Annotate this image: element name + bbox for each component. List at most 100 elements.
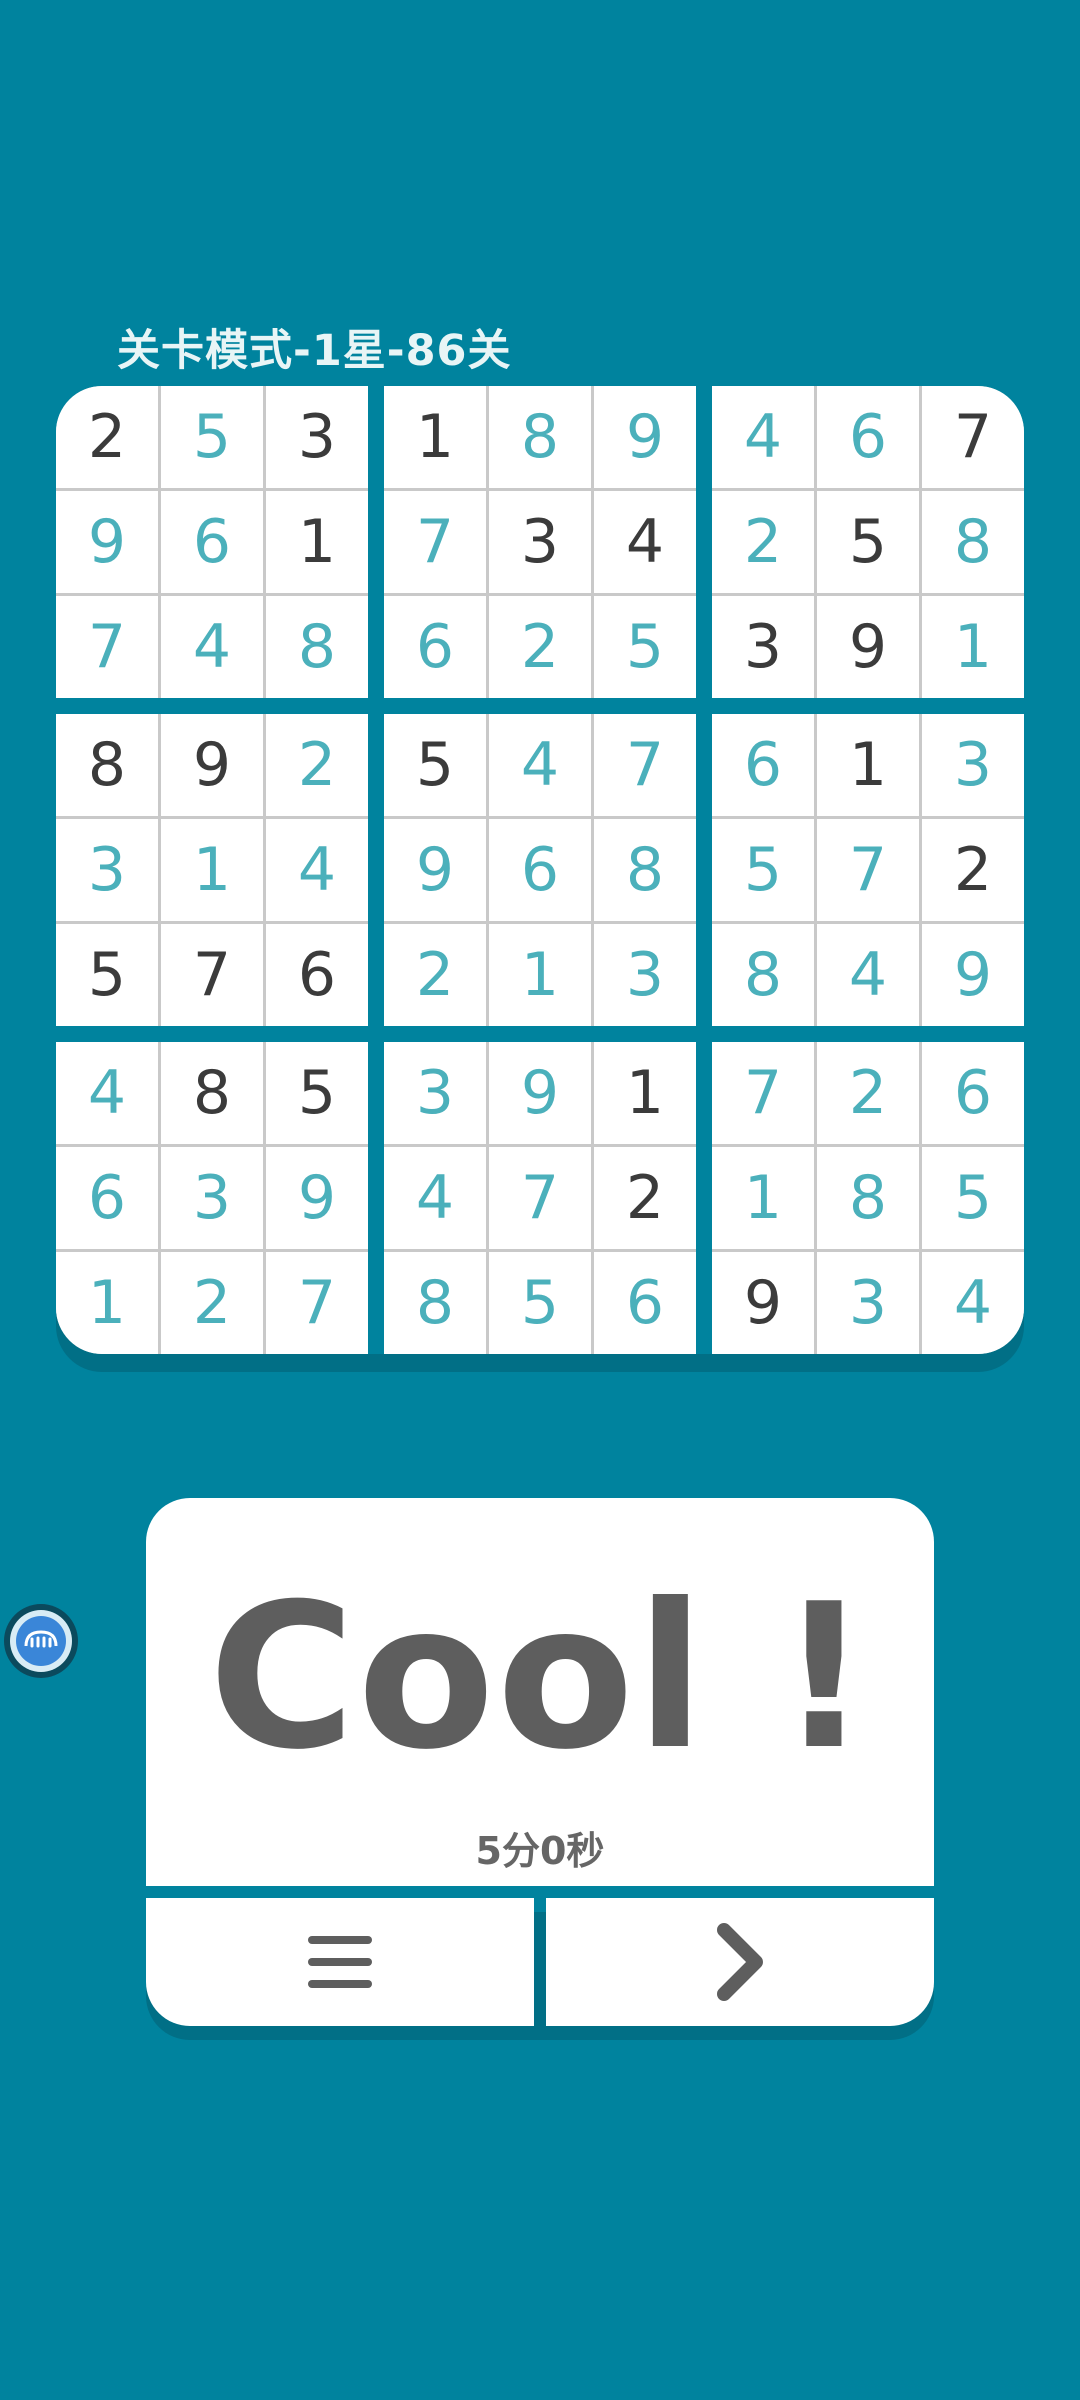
sudoku-cell[interactable]: 3 (817, 1252, 919, 1354)
sudoku-cell[interactable]: 4 (817, 924, 919, 1026)
sudoku-cell[interactable]: 9 (817, 596, 919, 698)
sudoku-cell[interactable]: 1 (922, 596, 1024, 698)
sudoku-box: 726 185 934 (712, 1042, 1024, 1354)
result-message: Cool ! (208, 1561, 872, 1794)
sudoku-cell[interactable]: 3 (266, 386, 368, 488)
sudoku-cell[interactable]: 7 (56, 596, 158, 698)
sudoku-cell[interactable]: 9 (712, 1252, 814, 1354)
sudoku-cell[interactable]: 2 (161, 1252, 263, 1354)
sudoku-cell[interactable]: 2 (594, 1147, 696, 1249)
sudoku-cell[interactable]: 4 (712, 386, 814, 488)
sudoku-cell[interactable]: 6 (384, 596, 486, 698)
sudoku-cell[interactable]: 1 (161, 819, 263, 921)
sudoku-cell[interactable]: 7 (712, 1042, 814, 1144)
sudoku-cell[interactable]: 7 (489, 1147, 591, 1249)
sudoku-cell[interactable]: 3 (712, 596, 814, 698)
sudoku-cell[interactable]: 9 (922, 924, 1024, 1026)
sudoku-cell[interactable]: 2 (266, 714, 368, 816)
sudoku-cell[interactable]: 7 (817, 819, 919, 921)
sudoku-cell[interactable]: 9 (161, 714, 263, 816)
elapsed-time: 5分0秒 (475, 1829, 605, 1873)
sudoku-cell[interactable]: 2 (489, 596, 591, 698)
sudoku-cell[interactable]: 7 (384, 491, 486, 593)
sudoku-cell[interactable]: 6 (161, 491, 263, 593)
sudoku-cell[interactable]: 1 (56, 1252, 158, 1354)
sudoku-cell[interactable]: 8 (817, 1147, 919, 1249)
sudoku-cell[interactable]: 2 (712, 491, 814, 593)
sudoku-cell[interactable]: 8 (922, 491, 1024, 593)
sudoku-cell[interactable]: 8 (384, 1252, 486, 1354)
sudoku-cell[interactable]: 5 (266, 1042, 368, 1144)
sudoku-box: 467 258 391 (712, 386, 1024, 698)
sudoku-cell[interactable]: 6 (712, 714, 814, 816)
sudoku-cell[interactable]: 6 (56, 1147, 158, 1249)
sudoku-cell[interactable]: 4 (161, 596, 263, 698)
floating-assistant-button[interactable] (4, 1604, 78, 1678)
sudoku-cell[interactable]: 9 (266, 1147, 368, 1249)
sudoku-cell[interactable]: 7 (161, 924, 263, 1026)
sudoku-cell[interactable]: 3 (489, 491, 591, 593)
sudoku-cell[interactable]: 3 (384, 1042, 486, 1144)
sudoku-cell[interactable]: 9 (489, 1042, 591, 1144)
sudoku-cell[interactable]: 7 (922, 386, 1024, 488)
sudoku-cell[interactable]: 5 (56, 924, 158, 1026)
sudoku-cell[interactable]: 8 (489, 386, 591, 488)
sudoku-cell[interactable]: 5 (922, 1147, 1024, 1249)
sudoku-cell[interactable]: 1 (817, 714, 919, 816)
next-level-button[interactable] (546, 1898, 934, 2026)
level-title: 关卡模式-1星-86关 (117, 326, 512, 376)
sudoku-cell[interactable]: 5 (712, 819, 814, 921)
sudoku-cell[interactable]: 5 (161, 386, 263, 488)
sudoku-cell[interactable]: 9 (594, 386, 696, 488)
sudoku-board: 2539617481897346254672583918923145765479… (56, 386, 1024, 1354)
sudoku-cell[interactable]: 5 (817, 491, 919, 593)
sudoku-cell[interactable]: 6 (594, 1252, 696, 1354)
menu-icon (308, 1936, 372, 1988)
sudoku-cell[interactable]: 3 (56, 819, 158, 921)
sudoku-box: 892 314 576 (56, 714, 368, 1026)
sudoku-cell[interactable]: 8 (594, 819, 696, 921)
sudoku-cell[interactable]: 1 (384, 386, 486, 488)
sudoku-cell[interactable]: 8 (712, 924, 814, 1026)
sudoku-cell[interactable]: 4 (594, 491, 696, 593)
sudoku-cell[interactable]: 9 (56, 491, 158, 593)
sudoku-cell[interactable]: 6 (266, 924, 368, 1026)
sudoku-cell[interactable]: 7 (266, 1252, 368, 1354)
sudoku-cell[interactable]: 6 (922, 1042, 1024, 1144)
sudoku-cell[interactable]: 1 (489, 924, 591, 1026)
sudoku-cell[interactable]: 5 (594, 596, 696, 698)
sudoku-cell[interactable]: 8 (161, 1042, 263, 1144)
sudoku-cell[interactable]: 5 (384, 714, 486, 816)
sudoku-cell[interactable]: 8 (56, 714, 158, 816)
sudoku-cell[interactable]: 4 (384, 1147, 486, 1249)
sudoku-cell[interactable]: 8 (266, 596, 368, 698)
chevron-right-icon (717, 1923, 763, 2001)
sudoku-cell[interactable]: 3 (594, 924, 696, 1026)
sudoku-cell[interactable]: 2 (56, 386, 158, 488)
sudoku-cell[interactable]: 6 (817, 386, 919, 488)
sudoku-cell[interactable]: 4 (266, 819, 368, 921)
sudoku-cell[interactable]: 1 (712, 1147, 814, 1249)
sudoku-box: 613 572 849 (712, 714, 1024, 1026)
assistant-icon (10, 1610, 72, 1672)
sudoku-box: 391 472 856 (384, 1042, 696, 1354)
menu-button[interactable] (146, 1898, 534, 2026)
sudoku-cell[interactable]: 1 (594, 1042, 696, 1144)
sudoku-cell[interactable]: 4 (922, 1252, 1024, 1354)
sudoku-cell[interactable]: 9 (384, 819, 486, 921)
sudoku-cell[interactable]: 2 (817, 1042, 919, 1144)
sudoku-cell[interactable]: 1 (266, 491, 368, 593)
result-card: Cool ! 5分0秒 (146, 1498, 934, 1886)
sudoku-cell[interactable]: 4 (56, 1042, 158, 1144)
sudoku-cell[interactable]: 6 (489, 819, 591, 921)
sudoku-cell[interactable]: 2 (922, 819, 1024, 921)
sudoku-cell[interactable]: 4 (489, 714, 591, 816)
sudoku-cell[interactable]: 2 (384, 924, 486, 1026)
sudoku-cell[interactable]: 5 (489, 1252, 591, 1354)
sudoku-cell[interactable]: 3 (922, 714, 1024, 816)
sudoku-cell[interactable]: 3 (161, 1147, 263, 1249)
sudoku-box: 485 639 127 (56, 1042, 368, 1354)
sudoku-cell[interactable]: 7 (594, 714, 696, 816)
sudoku-box: 253 961 748 (56, 386, 368, 698)
sudoku-box: 189 734 625 (384, 386, 696, 698)
